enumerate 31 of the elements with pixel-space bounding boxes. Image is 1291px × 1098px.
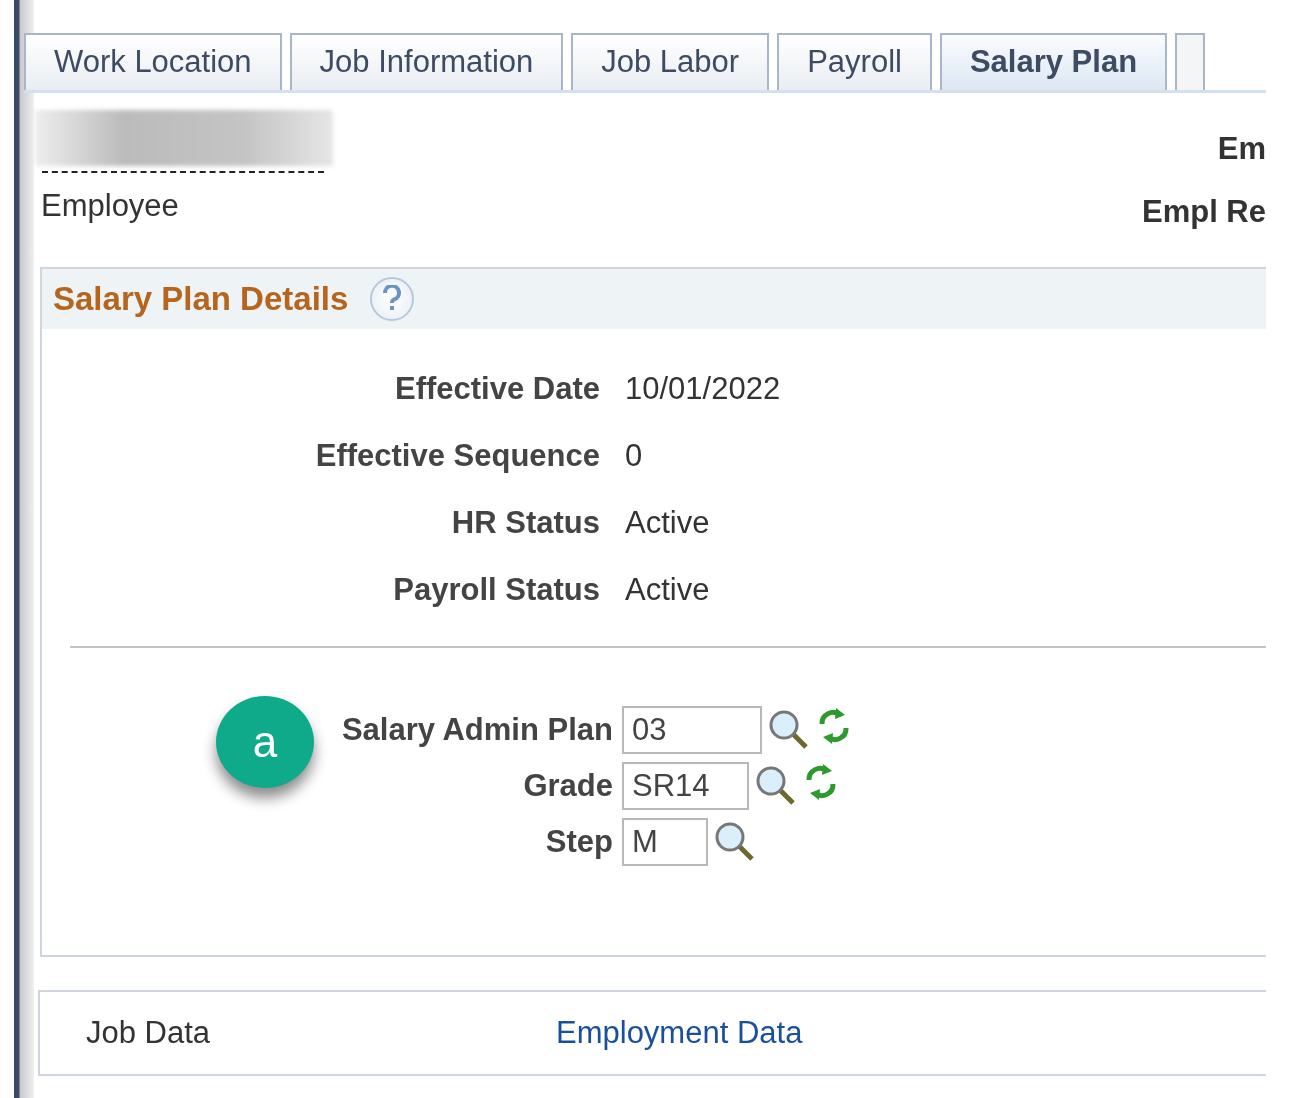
field-label: Effective Date [393,370,600,409]
tab[interactable]: Payroll [777,33,932,90]
text-field[interactable]: SR14 [622,762,749,810]
search-icon[interactable] [768,709,810,751]
field-label: Salary Admin Plan [341,710,614,749]
field-value: Active [625,571,710,610]
link[interactable]: Employment Data [556,1009,803,1057]
step-marker: a [216,696,314,788]
tab[interactable] [1175,33,1206,90]
text-field[interactable]: 03 [622,706,762,754]
field-value: Active [625,504,710,543]
text-field[interactable]: M [622,818,708,866]
tab[interactable]: Job Labor [571,33,770,90]
tab[interactable]: Work Location [24,33,282,90]
field-label: Employee [41,187,180,225]
field-label: Step [545,822,614,861]
field-label: Empl Re [1141,192,1266,231]
field-label: Effective Sequence [314,437,600,476]
field-value: 10/01/2022 [625,370,781,409]
tab[interactable]: Salary Plan [939,33,1168,90]
search-icon[interactable] [755,765,797,807]
field-label: Payroll Status [392,571,600,610]
section-title: Salary Plan Details [53,279,349,320]
field-label: Grade [523,766,614,805]
field-label: Em [1216,130,1266,168]
field-value: 0 [625,437,643,476]
link[interactable]: Job Data [86,1009,556,1057]
tab[interactable]: Job Information [289,33,564,90]
field-label: HR Status [450,504,600,543]
help-icon[interactable] [370,277,415,321]
search-icon[interactable] [714,821,756,863]
